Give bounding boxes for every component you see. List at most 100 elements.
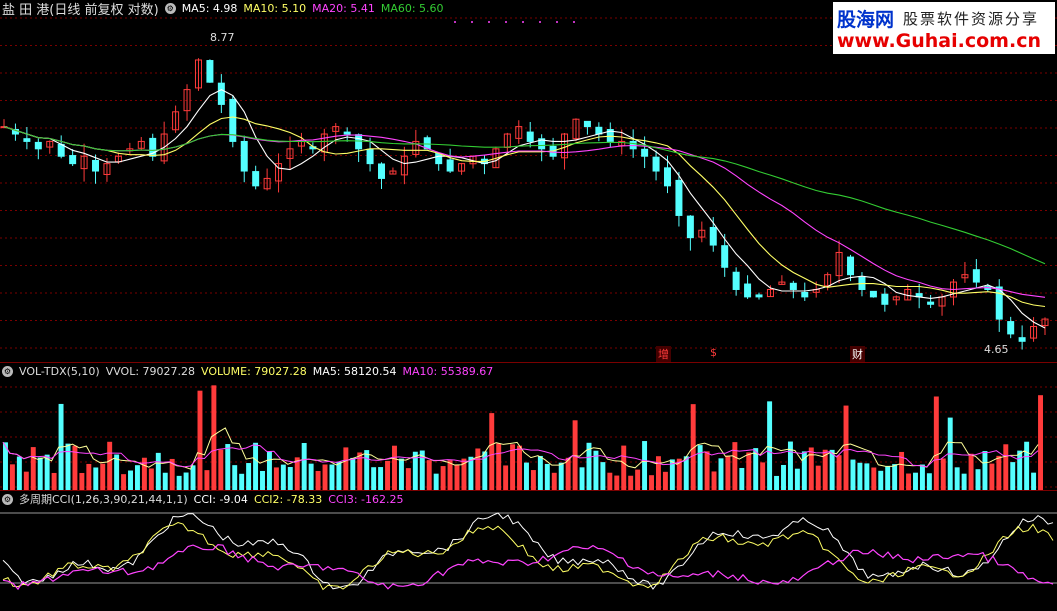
stock-title: 盐 田 港(日线 前复权 对数) <box>2 2 159 18</box>
candle-down <box>744 283 752 298</box>
candle-down <box>1018 337 1026 342</box>
event-label-finance[interactable]: 财 <box>850 346 865 362</box>
volume-bar <box>503 465 509 491</box>
volume-bar <box>655 456 661 491</box>
volume-bar <box>128 470 133 491</box>
volume-bar <box>1010 462 1016 491</box>
price-chart[interactable] <box>0 0 1057 362</box>
volume-bar <box>280 464 286 491</box>
volume-bar <box>44 454 50 491</box>
volume-bar <box>885 466 891 491</box>
candle-down <box>709 226 717 246</box>
volume-bar <box>148 468 154 491</box>
volume-chart[interactable] <box>0 363 1057 491</box>
volume-bar <box>183 472 189 491</box>
candle-down <box>801 291 809 298</box>
cci-label: CCI: -9.04 <box>193 492 248 506</box>
ma60-line <box>3 126 1046 265</box>
candle-down <box>972 269 980 283</box>
price-panel[interactable]: 盐 田 港(日线 前复权 对数) ⚙ MA5: 4.98 MA10: 5.10 … <box>0 0 1057 362</box>
event-label-add[interactable]: 增 <box>656 346 671 362</box>
volume-bar <box>239 473 245 491</box>
volume-bar <box>850 459 856 491</box>
volume-bar <box>530 470 536 491</box>
volume-indicator-name: VOL-TDX(5,10) <box>19 364 100 378</box>
volume-bar <box>287 467 293 491</box>
volume-bar <box>926 473 932 491</box>
volume-bar <box>1031 472 1037 491</box>
volume-bar <box>1003 444 1009 491</box>
volume-bar <box>336 461 342 491</box>
candle-down <box>355 134 363 150</box>
candle-down <box>23 138 31 142</box>
cci-panel[interactable]: ⚙ 多周期CCI(1,26,3,90,21,44,1,1) CCI: -9.04… <box>0 490 1057 611</box>
logo-tagline: 股票软件资源分享 <box>903 10 1040 28</box>
volume-bar <box>134 465 140 491</box>
candle-down <box>641 148 649 157</box>
volume-bar <box>475 448 481 491</box>
volume-bar <box>760 462 766 491</box>
volume-bar <box>662 471 668 491</box>
settings-toggle-icon[interactable]: ⚙ <box>164 2 176 14</box>
candle-down <box>686 215 694 239</box>
candle-down <box>57 143 65 157</box>
volume-bar <box>176 475 182 491</box>
volume-bar <box>315 470 321 491</box>
volume-bar <box>93 467 99 491</box>
volume-bar <box>433 473 439 491</box>
volume-bar <box>711 471 717 491</box>
volume-bar <box>794 468 800 491</box>
candle-down <box>92 159 100 172</box>
volume-toggle-icon[interactable]: ⚙ <box>2 365 13 377</box>
ma20-label: MA20: 5.41 <box>312 1 375 15</box>
cci3-line <box>2 543 1054 591</box>
ma5-label: MA5: 4.98 <box>181 1 238 15</box>
volume-bar <box>725 455 731 491</box>
candle-down <box>446 159 454 172</box>
volume-bar <box>405 468 411 491</box>
volume-bar <box>996 455 1002 491</box>
volume-bar <box>225 444 231 491</box>
candle-down <box>721 245 729 268</box>
candle-down <box>652 156 660 172</box>
volume-panel[interactable]: ⚙ VOL-TDX(5,10) VVOL: 79027.28 VOLUME: 7… <box>0 362 1057 491</box>
event-dot <box>488 21 490 23</box>
volume-bar <box>746 452 752 491</box>
volume-bar <box>989 463 995 491</box>
volume-bar <box>329 464 335 491</box>
candle-down <box>217 82 225 105</box>
volume-bar <box>642 441 648 491</box>
volume-bar <box>579 467 585 491</box>
volume-bar <box>961 473 967 491</box>
cci-line <box>2 512 1054 590</box>
volume-bar <box>211 385 217 491</box>
volume-bar <box>9 464 15 491</box>
low-price-marker: 4.65 <box>984 343 1009 356</box>
event-dot <box>505 21 507 23</box>
volume-bar <box>253 442 259 491</box>
volume-bar <box>440 466 446 491</box>
volume-bar <box>218 449 224 491</box>
volume-bar <box>843 405 849 491</box>
volume-bar <box>913 472 918 491</box>
volume-bar <box>732 442 738 491</box>
volume-bar <box>524 462 529 491</box>
cci-chart[interactable] <box>0 491 1057 611</box>
candle-down <box>732 271 740 290</box>
volume-bar <box>308 463 314 491</box>
volume-bar <box>975 469 981 491</box>
event-label-dividend[interactable]: $ <box>710 346 717 359</box>
volume-bar <box>614 475 620 491</box>
candle-down <box>435 152 443 165</box>
volume-bar <box>906 473 912 491</box>
volume-bar <box>544 463 550 491</box>
volume-bar <box>1038 395 1043 491</box>
ma10-label: MA10: 5.10 <box>243 1 307 15</box>
volume-bar <box>385 460 391 491</box>
volume-bar <box>350 457 356 491</box>
volume-bar <box>398 458 404 491</box>
cci-toggle-icon[interactable]: ⚙ <box>2 493 13 505</box>
candle-down <box>881 293 889 305</box>
logo-brand: 股海网 <box>837 9 895 31</box>
volume-bar <box>537 455 543 491</box>
